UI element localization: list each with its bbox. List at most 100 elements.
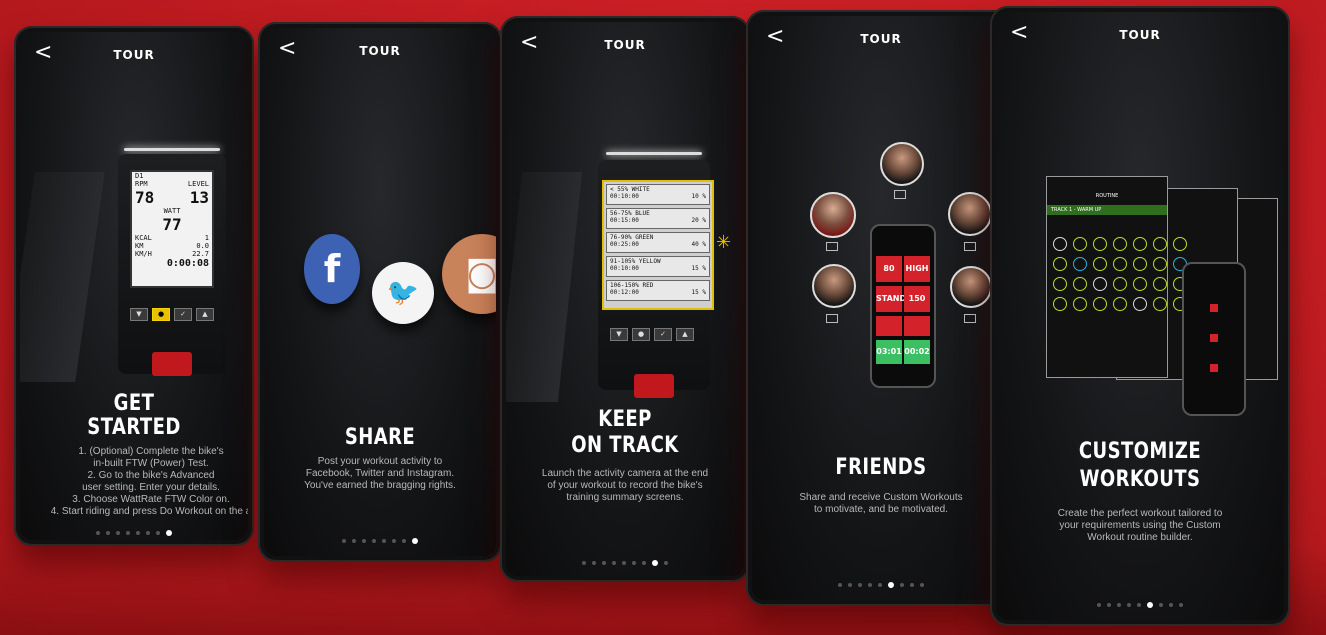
page-dot[interactable] <box>858 582 862 587</box>
page-dot[interactable] <box>642 560 646 565</box>
page-dot[interactable] <box>664 560 668 565</box>
instagram-icon[interactable]: ◙ <box>442 234 496 314</box>
bike-red-block <box>152 352 192 376</box>
zone-time: 00:10:00 <box>610 193 639 200</box>
preview-marker <box>1210 364 1218 372</box>
friend-avatar[interactable] <box>812 264 856 308</box>
page-dot[interactable] <box>352 538 356 543</box>
workout-step-icon <box>1133 277 1147 291</box>
lcd-d1: D1 <box>135 172 144 180</box>
page-dot[interactable] <box>900 582 904 587</box>
page-dots <box>506 552 744 571</box>
page-dot[interactable] <box>838 582 842 587</box>
friend-avatar[interactable] <box>880 142 924 186</box>
page-dot[interactable] <box>592 560 596 565</box>
preview-tile <box>904 316 930 336</box>
screen-title: SHARE <box>344 425 416 450</box>
page-dot[interactable] <box>1137 602 1141 607</box>
page-dot[interactable] <box>382 538 386 543</box>
friend-avatar[interactable] <box>810 192 856 238</box>
preview-tile: 00:02 <box>904 340 930 364</box>
page-dot[interactable] <box>116 530 120 535</box>
page-dot[interactable] <box>582 560 586 565</box>
friend-avatar[interactable] <box>950 266 992 308</box>
page-dot[interactable] <box>622 560 626 565</box>
workout-step-icon <box>1093 277 1107 291</box>
header-title: TOUR <box>1119 28 1161 42</box>
preview-marker <box>1210 304 1218 312</box>
preview-tile: 03:01 <box>876 340 902 364</box>
page-dot[interactable] <box>156 530 160 535</box>
lcd-kmh-value: 22.7 <box>192 250 209 258</box>
workout-step-icon <box>1153 277 1167 291</box>
twitter-icon[interactable]: 🐦 <box>372 262 434 324</box>
console-light-bar <box>606 152 702 155</box>
page-dot[interactable] <box>612 560 616 565</box>
page-dot[interactable] <box>910 582 914 587</box>
page-dot[interactable] <box>362 538 366 543</box>
page-dot[interactable] <box>878 582 882 587</box>
screen-keep-on-track: < TOUR < 55% WHITE 00:10:00 10 % 56-75% BL… <box>506 22 744 576</box>
page-dot[interactable] <box>372 538 376 543</box>
page-dot[interactable] <box>1097 602 1101 607</box>
lcd-km-value: 0.0 <box>196 242 209 250</box>
page-dot[interactable] <box>632 560 636 565</box>
page-dot-active[interactable] <box>652 559 658 566</box>
page-dot[interactable] <box>392 538 396 543</box>
page-dot[interactable] <box>96 530 100 535</box>
zone-pct: 40 % <box>691 241 706 248</box>
console-ok-button: ✓ <box>174 308 192 321</box>
bike-red-block <box>634 374 674 398</box>
page-dot[interactable] <box>342 538 346 543</box>
page-dot-active[interactable] <box>412 537 418 544</box>
facebook-icon[interactable]: f <box>304 234 360 304</box>
screen-title-line1: GET <box>113 391 155 416</box>
page-dot[interactable] <box>1169 602 1173 607</box>
page-dot[interactable] <box>136 530 140 535</box>
workout-step-icon <box>1173 237 1187 251</box>
lcd-rpm-label: RPM <box>135 180 148 188</box>
screen-title-line2: WORKOUTS <box>1079 467 1201 492</box>
page-dot[interactable] <box>1117 602 1121 607</box>
page-dot-active[interactable] <box>888 581 894 588</box>
page-dot[interactable] <box>848 582 852 587</box>
friend-avatar[interactable] <box>948 192 992 236</box>
workout-step-icon <box>1113 237 1127 251</box>
page-dot[interactable] <box>1127 602 1131 607</box>
preview-tile: 80 <box>876 256 902 282</box>
header-title: TOUR <box>113 48 155 62</box>
console-user-button: ● <box>632 328 650 341</box>
page-dot-active[interactable] <box>166 529 172 536</box>
page-dot[interactable] <box>1107 602 1111 607</box>
workout-step-icon <box>1093 237 1107 251</box>
page-dot[interactable] <box>868 582 872 587</box>
zone-row: < 55% WHITE 00:10:00 10 % <box>606 184 710 205</box>
workout-step-icon <box>1153 237 1167 251</box>
page-dot[interactable] <box>146 530 150 535</box>
screen-description: Launch the activity camera at the end of… <box>541 468 709 503</box>
message-icon <box>964 314 976 323</box>
zone-pct: 10 % <box>691 193 706 200</box>
zone-name: 56-75% BLUE <box>610 210 650 217</box>
page-dot-active[interactable] <box>1147 601 1153 608</box>
lcd-watt-value: 77 <box>162 215 182 234</box>
header-title: TOUR <box>359 44 401 58</box>
workout-step-icon <box>1113 277 1127 291</box>
screen-customize-workouts: < TOUR ROUTINE TRACK 1 - WARM UP CUSTOMI… <box>996 12 1284 620</box>
page-dot[interactable] <box>920 582 924 587</box>
page-dot[interactable] <box>1179 602 1183 607</box>
page-dot[interactable] <box>126 530 130 535</box>
zone-name: 106-150% RED <box>610 282 654 289</box>
zone-summary-display: < 55% WHITE 00:10:00 10 % 56-75% BLUE 00:15… <box>602 180 714 310</box>
workout-step-icon <box>1073 297 1087 311</box>
page-dot[interactable] <box>1159 602 1163 607</box>
screen-friends: < TOUR 80 HIGH STAND 150 03:01 00:02 FRI… <box>752 16 1010 600</box>
workout-step-icon <box>1093 257 1107 271</box>
page-dot[interactable] <box>106 530 110 535</box>
app-preview-phone: 80 HIGH STAND 150 03:01 00:02 <box>870 224 936 388</box>
screen-description: Share and receive Custom Workouts to mot… <box>799 492 963 515</box>
page-dot[interactable] <box>402 538 406 543</box>
workout-step-icon <box>1113 297 1127 311</box>
page-dot[interactable] <box>602 560 606 565</box>
console-up-button: ▲ <box>196 308 214 321</box>
